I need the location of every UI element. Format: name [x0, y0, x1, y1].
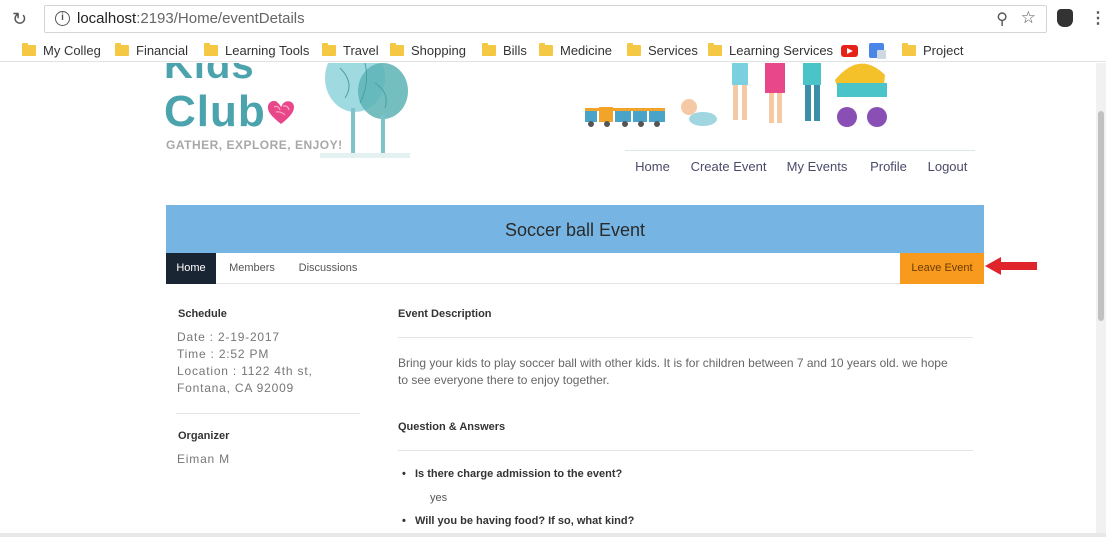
browser-toolbar: ↻ i localhost:2193/Home/eventDetails ⚲ ☆… [0, 0, 1106, 40]
zoom-icon[interactable]: ⚲ [996, 9, 1008, 29]
nav-home[interactable]: Home [625, 150, 680, 180]
folder-icon [902, 43, 916, 56]
bookmark-financial[interactable]: Financial [115, 42, 188, 60]
event-location-line2: Fontana, CA 92009 [177, 381, 295, 395]
logo-text-club: Club [164, 87, 266, 136]
folder-icon [204, 43, 218, 56]
trees-illustration [320, 63, 410, 158]
folder-icon [322, 43, 336, 56]
bookmark-shopping[interactable]: Shopping [390, 42, 466, 60]
qa-question: Will you be having food? If so, what kin… [402, 515, 634, 527]
bookmark-bills[interactable]: Bills [482, 42, 527, 60]
bookmark-project[interactable]: Project [902, 42, 963, 60]
info-icon[interactable]: i [55, 11, 70, 26]
event-location-line1: Location : 1122 4th st, [177, 364, 313, 378]
divider [398, 337, 973, 338]
bookmark-learning-services[interactable]: Learning Services [708, 42, 833, 60]
divider [176, 413, 360, 414]
youtube-bookmark-icon[interactable] [841, 45, 858, 57]
folder-icon [390, 43, 404, 56]
event-description: Bring your kids to play soccer ball with… [398, 356, 948, 387]
folder-icon [708, 43, 722, 56]
schedule-heading: Schedule [178, 308, 227, 320]
window-bottom-edge [0, 533, 1106, 537]
bookmark-star-icon[interactable]: ☆ [1021, 8, 1036, 28]
scrollbar-thumb[interactable] [1098, 111, 1104, 321]
red-arrow-annotation [985, 257, 1037, 275]
folder-icon [539, 43, 553, 56]
divider [398, 450, 973, 451]
description-heading: Event Description [398, 308, 492, 320]
qa-heading: Question & Answers [398, 421, 506, 433]
bookmark-learning-tools[interactable]: Learning Tools [204, 42, 309, 60]
folder-icon [627, 43, 641, 56]
bookmark-services[interactable]: Services [627, 42, 698, 60]
event-tabs: Home Members Discussions [166, 253, 984, 284]
qa-answer: yes [430, 492, 448, 504]
translate-bookmark-icon[interactable] [869, 43, 886, 59]
organizer-name: Eiman M [177, 452, 230, 466]
family-illustration [585, 63, 887, 127]
page-viewport: Kids Club GATHER, EXPLORE, ENJOY! Home C… [0, 63, 1096, 533]
organizer-heading: Organizer [178, 430, 230, 442]
logo-text-kids: Kids [164, 63, 255, 87]
bookmark-medicine[interactable]: Medicine [539, 42, 612, 60]
nav-my-events[interactable]: My Events [777, 150, 857, 180]
folder-icon [482, 43, 496, 56]
reload-icon[interactable]: ↻ [12, 9, 27, 29]
folder-icon [22, 43, 36, 56]
extension-icon[interactable] [1057, 9, 1073, 27]
event-title: Soccer ball Event [166, 205, 984, 253]
nav-logout[interactable]: Logout [920, 150, 975, 180]
address-bar[interactable]: i localhost:2193/Home/eventDetails ⚲ ☆ [44, 5, 1047, 33]
nav-create-event[interactable]: Create Event [680, 150, 777, 180]
tab-home[interactable]: Home [166, 253, 216, 284]
heart-icon [267, 100, 294, 124]
bookmark-my-colleg[interactable]: My Colleg [22, 42, 101, 60]
nav-profile[interactable]: Profile [857, 150, 920, 180]
url-text[interactable]: localhost:2193/Home/eventDetails [77, 10, 305, 27]
leave-event-button[interactable]: Leave Event [900, 253, 984, 284]
browser-menu-icon[interactable]: ⋮ [1090, 8, 1106, 28]
qa-question: Is there charge admission to the event? [402, 468, 622, 480]
event-date: Date : 2-19-2017 [177, 330, 280, 344]
bookmarks-bar: My Colleg Financial Learning Tools Trave… [0, 40, 1106, 98]
event-time: Time : 2:52 PM [177, 347, 270, 361]
tab-members[interactable]: Members [221, 253, 283, 284]
folder-icon [115, 43, 129, 56]
page-scrollbar[interactable] [1096, 63, 1106, 533]
bookmark-travel[interactable]: Travel [322, 42, 379, 60]
tab-discussions[interactable]: Discussions [288, 253, 368, 284]
